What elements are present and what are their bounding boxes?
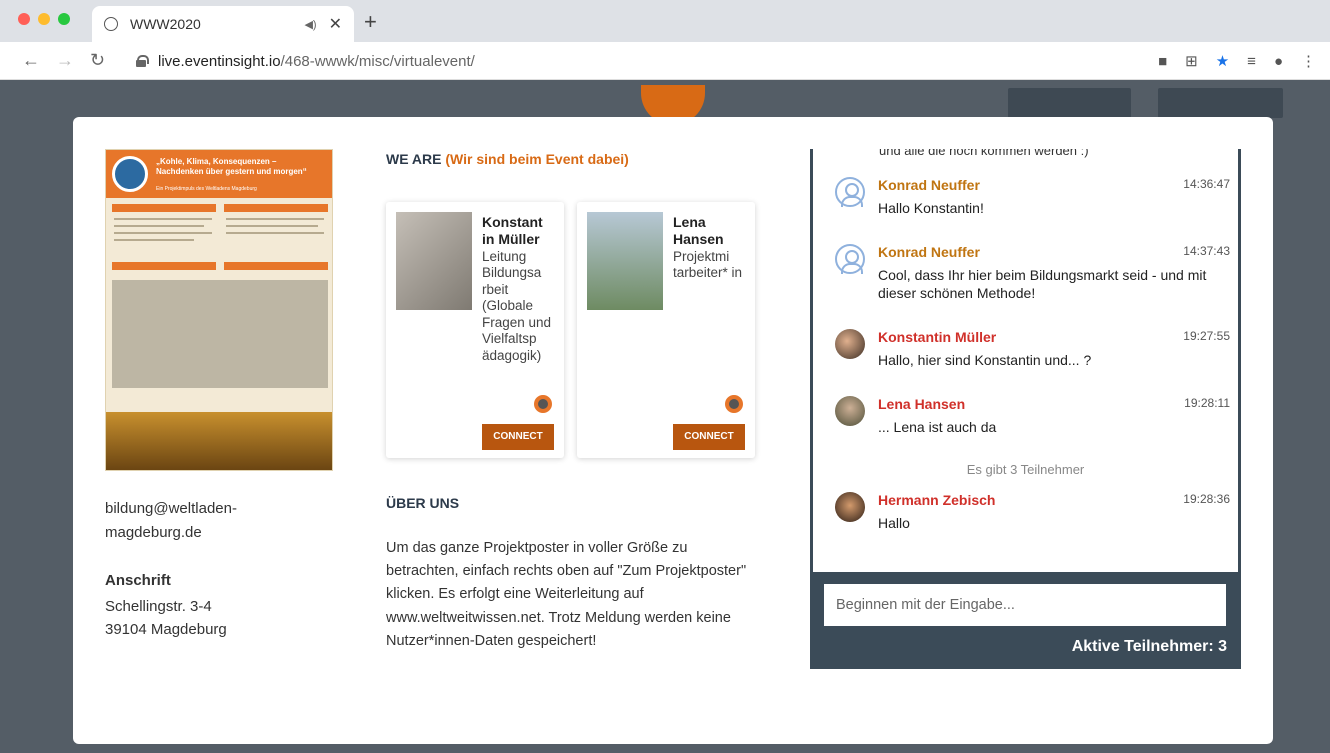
about-text: Um das ganze Projektposter in voller Grö… bbox=[386, 540, 747, 649]
message-time: 14:36:47 bbox=[1183, 177, 1230, 191]
poster-text-line bbox=[114, 232, 212, 234]
address-city: 39104 Magdeburg bbox=[105, 620, 227, 638]
avatar bbox=[835, 396, 865, 426]
person-role: Projektmi tarbeiter* in bbox=[673, 249, 743, 281]
address-bar[interactable]: live.eventinsight.io/468-wwwk/misc/virtu… bbox=[122, 47, 1122, 75]
chat-panel: und alle die noch kommen werden :) Konra… bbox=[810, 149, 1241, 669]
address-label: Anschrift bbox=[105, 572, 171, 589]
avatar bbox=[835, 329, 865, 359]
poster-section-bar bbox=[112, 204, 216, 212]
speaker-icon[interactable]: ◀︎) bbox=[304, 18, 316, 31]
poster-subtitle: Ein Projektimpuls des Weltladens Magdebu… bbox=[156, 186, 257, 192]
contact-email[interactable]: bildung@weltladen-magdeburg.de bbox=[105, 497, 305, 545]
person-photo bbox=[587, 212, 663, 310]
person-card: Konstant in Müller Leitung Bildungsa rbe… bbox=[386, 202, 564, 458]
poster-text-line bbox=[114, 218, 212, 220]
default-avatar-icon bbox=[835, 244, 865, 274]
message-time: 14:37:43 bbox=[1183, 244, 1230, 258]
person-name: Konstant in Müller bbox=[482, 214, 543, 247]
about-heading: ÜBER UNS bbox=[386, 495, 460, 511]
menu-icon[interactable]: ⋮ bbox=[1301, 52, 1316, 70]
tab-title: WWW2020 bbox=[130, 16, 201, 32]
message-author: Lena Hansen bbox=[878, 396, 966, 412]
forward-icon[interactable]: → bbox=[56, 50, 74, 71]
poster-text-line bbox=[114, 225, 204, 227]
person-photo bbox=[396, 212, 472, 310]
exhibitor-modal: „Kohle, Klima, Konsequenzen – Nachdenken… bbox=[73, 117, 1273, 744]
active-participants: Aktive Teilnehmer: 3 bbox=[1071, 638, 1227, 655]
profile-icon[interactable]: ● bbox=[1274, 53, 1283, 70]
browser-tab[interactable]: WWW2020 ◀︎) ✕ bbox=[92, 6, 354, 42]
default-avatar-icon bbox=[835, 177, 865, 207]
message-author: Konrad Neuffer bbox=[878, 244, 980, 260]
chat-messages[interactable]: und alle die noch kommen werden :) Konra… bbox=[813, 149, 1238, 572]
browser-toolbar: ← → ↻ live.eventinsight.io/468-wwwk/misc… bbox=[0, 42, 1330, 80]
poster-text-line bbox=[226, 232, 324, 234]
poster-text-line bbox=[226, 218, 324, 220]
minimize-window-button[interactable] bbox=[38, 13, 50, 25]
address: Schellingstr. 3-4 39104 Magdeburg bbox=[105, 596, 227, 641]
translate-icon[interactable]: ⊞ bbox=[1185, 52, 1198, 70]
close-window-button[interactable] bbox=[18, 13, 30, 25]
system-note: Es gibt 3 Teilnehmer bbox=[966, 462, 1085, 477]
chat-input[interactable] bbox=[824, 584, 1226, 626]
url-path: /468-wwwk/misc/virtualevent/ bbox=[280, 52, 475, 70]
project-poster[interactable]: „Kohle, Klima, Konsequenzen – Nachdenken… bbox=[105, 149, 333, 471]
connect-button[interactable]: CONNECT bbox=[482, 424, 554, 450]
reload-icon[interactable]: ↻ bbox=[90, 50, 105, 71]
back-icon[interactable]: ← bbox=[22, 50, 40, 71]
weltladen-logo bbox=[112, 156, 148, 192]
message-time: 19:27:55 bbox=[1183, 329, 1230, 343]
we-are-label: WE ARE bbox=[386, 151, 442, 167]
poster-grass-image bbox=[106, 412, 332, 470]
url-host: live.eventinsight.io bbox=[158, 52, 281, 70]
close-tab-icon[interactable]: ✕ bbox=[329, 14, 342, 34]
poster-title: „Kohle, Klima, Konsequenzen – Nachdenken… bbox=[156, 157, 307, 176]
background-button-2 bbox=[1158, 88, 1283, 118]
camera-icon[interactable]: ■ bbox=[1158, 53, 1167, 70]
window-controls bbox=[18, 13, 70, 25]
bookmark-star-icon[interactable]: ★ bbox=[1216, 52, 1229, 70]
poster-text-line bbox=[114, 239, 194, 241]
message-author: Hermann Zebisch bbox=[878, 492, 996, 508]
poster-section-bar bbox=[112, 262, 216, 270]
truncated-message: und alle die noch kommen werden :) bbox=[879, 149, 1089, 158]
we-are-sublabel: (Wir sind beim Event dabei) bbox=[445, 151, 629, 167]
background-button-1 bbox=[1008, 88, 1131, 118]
media-queue-icon[interactable]: ≡ bbox=[1247, 53, 1256, 70]
message-time: 19:28:11 bbox=[1184, 396, 1230, 410]
person-name: Lena Hansen bbox=[673, 214, 724, 247]
poster-section-bar bbox=[224, 262, 328, 270]
message-text: Hallo bbox=[878, 515, 910, 531]
poster-section-bar bbox=[224, 204, 328, 212]
message-author: Konrad Neuffer bbox=[878, 177, 980, 193]
message-text: Hallo, hier sind Konstantin und... ? bbox=[878, 352, 1092, 368]
address-street: Schellingstr. 3-4 bbox=[105, 598, 212, 615]
person-card: Lena Hansen Projektmi tarbeiter* in CONN… bbox=[577, 202, 755, 458]
browser-tab-strip: WWW2020 ◀︎) ✕ + bbox=[0, 0, 1330, 42]
poster-illustration bbox=[112, 280, 328, 388]
message-text: Cool, dass Ihr hier beim Bildungsmarkt s… bbox=[878, 267, 1207, 302]
online-status-icon bbox=[725, 395, 743, 413]
message-text: ... Lena ist auch da bbox=[878, 419, 997, 435]
poster-text-line bbox=[226, 225, 318, 227]
person-role: Leitung Bildungsa rbeit (Globale Fragen … bbox=[482, 249, 552, 363]
online-status-icon bbox=[534, 395, 552, 413]
message-text: Hallo Konstantin! bbox=[878, 200, 984, 216]
message-author: Konstantin Müller bbox=[878, 329, 997, 345]
avatar bbox=[835, 492, 865, 522]
message-time: 19:28:36 bbox=[1183, 492, 1230, 506]
lock-icon bbox=[136, 55, 149, 67]
new-tab-button[interactable]: + bbox=[364, 9, 377, 35]
connect-button[interactable]: CONNECT bbox=[673, 424, 745, 450]
globe-icon bbox=[104, 17, 118, 31]
we-are-heading: WE ARE (Wir sind beim Event dabei) bbox=[386, 151, 629, 167]
maximize-window-button[interactable] bbox=[58, 13, 70, 25]
